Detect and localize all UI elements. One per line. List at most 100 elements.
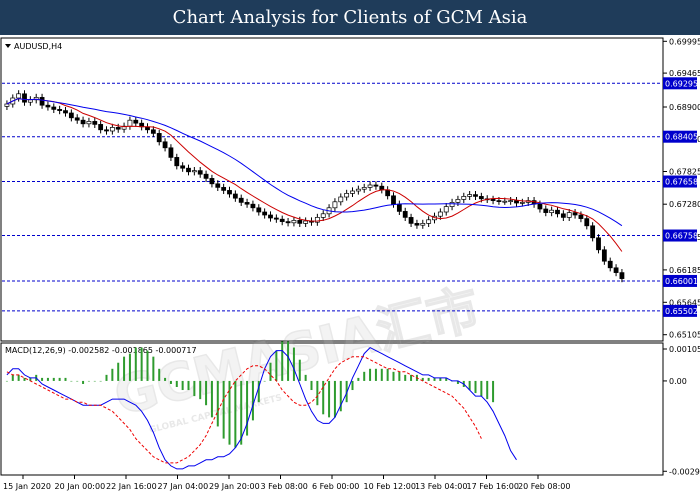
candle-body (133, 119, 139, 124)
time-axis-label: 20 Jan 00:00 (55, 482, 106, 491)
chart-area: GCMASIA汇市 GLOBAL CAPITAL MARKETS AUDUSD,… (0, 35, 700, 500)
candle-body (197, 170, 203, 175)
price-axis-label: 0.67280 (669, 200, 700, 209)
macd-histogram-bar (275, 350, 278, 381)
title-bar: Chart Analysis for Clients of GCM Asia (0, 0, 700, 35)
candle-body (268, 214, 273, 219)
macd-histogram-bar (193, 380, 196, 397)
macd-histogram-bar (117, 362, 120, 381)
macd-histogram-bar (123, 356, 126, 381)
candle-body (519, 202, 525, 204)
candle-body (555, 209, 560, 215)
price-axis-label: 0.67825 (669, 168, 700, 177)
candle-body (39, 97, 45, 106)
candle-body (285, 221, 291, 224)
macd-histogram-bar (41, 377, 44, 381)
candle-body (490, 199, 496, 201)
candle-body (578, 214, 584, 219)
candle-body (590, 225, 596, 239)
price-axis-label: 0.65105 (669, 331, 700, 340)
macd-histogram-bar (246, 380, 249, 436)
macd-axis-label: 0.001052 (669, 345, 700, 354)
macd-histogram-bar (357, 377, 360, 381)
candle-body (361, 187, 367, 190)
candle-body (68, 112, 74, 119)
macd-histogram-bar (187, 380, 190, 391)
candle-body (227, 190, 232, 195)
macd-histogram-bar (310, 380, 313, 391)
macd-histogram-bar (23, 377, 26, 381)
macd-histogram-bar (175, 380, 178, 387)
candle-body (74, 117, 80, 121)
candle-body (596, 237, 601, 251)
candle-body (549, 209, 555, 213)
candle-body (367, 184, 373, 188)
macd-histogram-bar (398, 371, 401, 381)
candle-body (543, 208, 549, 213)
macd-histogram-bar (287, 341, 290, 381)
candle-body (373, 184, 379, 187)
candle-body (297, 220, 303, 224)
macd-histogram-bar (386, 368, 389, 381)
candle-body (396, 203, 402, 212)
macd-label: MACD(12,26,9) -0.002582 -0.001865 -0.000… (5, 346, 197, 355)
candle-body (174, 157, 180, 167)
time-axis-label: 13 Feb 04:00 (415, 482, 467, 491)
macd-histogram-bar (480, 380, 483, 397)
macd-histogram-bar (105, 374, 108, 381)
candle-body (162, 141, 168, 149)
candle-body (303, 220, 309, 224)
candle-body (449, 202, 455, 207)
macd-histogram-bar (369, 368, 372, 381)
candle-body (22, 93, 27, 103)
macd-histogram-bar (111, 368, 114, 381)
macd-axis-label: -0.002977 (669, 467, 700, 476)
level-tag-label: 0.69295 (665, 79, 698, 88)
macd-histogram-bar (316, 380, 319, 406)
price-axis-label: 0.69465 (669, 69, 700, 78)
macd-histogram-bar (281, 341, 284, 381)
candle-body (109, 127, 115, 132)
time-axis-label: 3 Feb 08:00 (261, 482, 308, 491)
candle-body (332, 201, 338, 209)
macd-histogram-bar (199, 380, 202, 400)
candle-body (273, 217, 279, 220)
level-tag-label: 0.68405 (665, 133, 698, 142)
macd-axis-label: 0.00 (669, 377, 687, 386)
macd-histogram-bar (140, 347, 143, 381)
candle-body (4, 103, 10, 107)
level-tag-label: 0.65502 (665, 307, 698, 316)
candle-body (385, 189, 391, 197)
candle-body (350, 190, 355, 194)
candle-body (402, 211, 408, 218)
time-axis-label: 17 Feb 16:00 (467, 482, 519, 491)
candle-body (338, 196, 344, 203)
macd-histogram-bar (70, 380, 73, 382)
candle-body (584, 218, 590, 227)
candle-body (221, 187, 227, 191)
candle-body (408, 217, 414, 224)
candle-body (16, 93, 22, 99)
macd-histogram-bar (263, 380, 266, 382)
candle-body (57, 109, 63, 111)
macd-histogram-bar (486, 380, 489, 400)
macd-histogram-bar (251, 380, 254, 421)
macd-histogram-bar (146, 350, 149, 381)
candle-body (150, 129, 156, 134)
macd-histogram-bar (474, 380, 477, 394)
candle-body (496, 200, 502, 202)
candle-body (391, 195, 396, 205)
candle-body (115, 127, 121, 130)
macd-histogram-bar (392, 371, 395, 381)
candle-body (619, 272, 625, 279)
candle-body (344, 193, 350, 198)
candle-body (560, 213, 566, 218)
candle-body (238, 197, 244, 203)
candle-body (86, 121, 92, 125)
macd-histogram-bar (427, 377, 430, 381)
candle-body (437, 211, 443, 217)
candle-body (320, 213, 326, 218)
candle-body (443, 206, 449, 213)
candle-body (508, 200, 514, 202)
macd-histogram-bar (76, 380, 79, 382)
